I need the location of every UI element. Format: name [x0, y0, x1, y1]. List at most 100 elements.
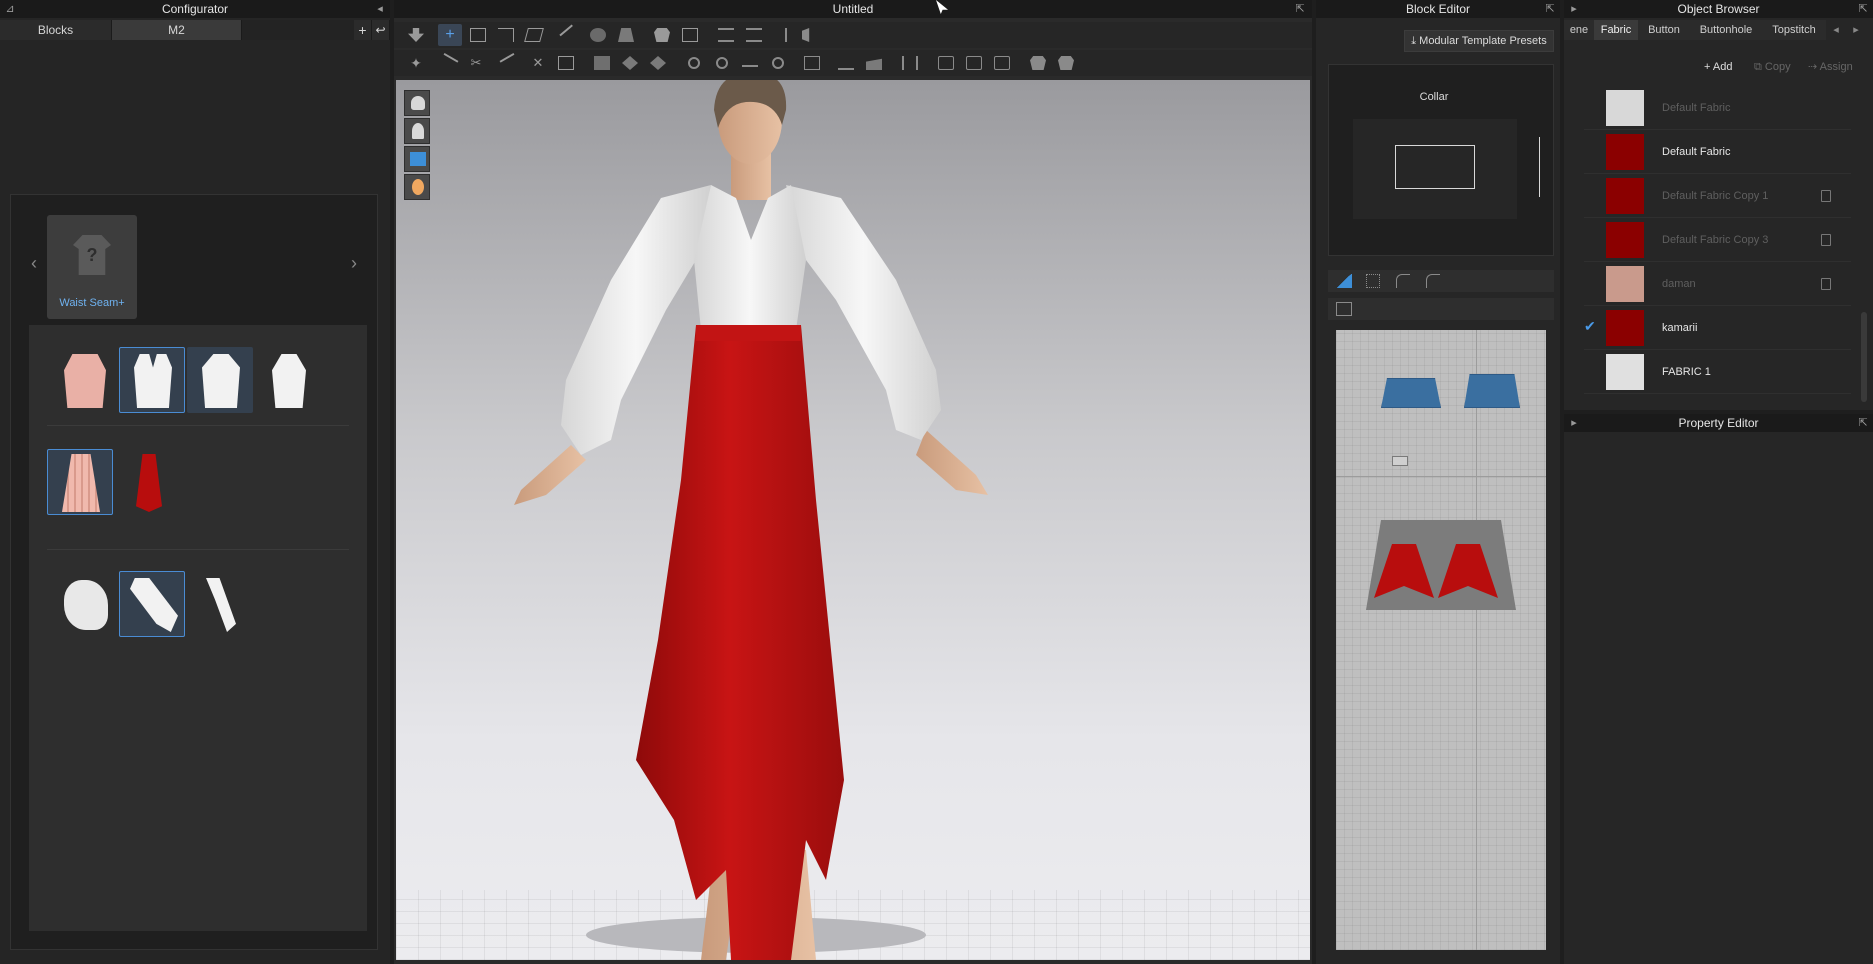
maximize-icon[interactable]: ⇱	[1294, 3, 1306, 15]
shrink-tool[interactable]	[614, 24, 638, 46]
list-item[interactable]: FABRIC 1	[1584, 350, 1851, 394]
sew-tool[interactable]	[554, 52, 578, 74]
block-skirt-red[interactable]	[115, 449, 181, 515]
scale-tool[interactable]	[494, 24, 518, 46]
collapse-left-icon[interactable]: ◂	[374, 3, 386, 15]
add-point-icon[interactable]	[1366, 274, 1380, 288]
symmetry-tool[interactable]	[770, 24, 794, 46]
assign-icon: ⇢	[1808, 61, 1820, 73]
pin-tool[interactable]	[558, 24, 582, 46]
block-skirt-pleated[interactable]	[47, 449, 113, 515]
fit-map-tool[interactable]	[834, 52, 858, 74]
block-sleeve-puff[interactable]	[51, 571, 117, 637]
pattern-small-piece[interactable]	[1392, 456, 1408, 466]
add-button[interactable]: + Add	[1704, 56, 1746, 78]
strain-map-tool[interactable]	[862, 52, 886, 74]
tab-blocks[interactable]: Blocks	[0, 20, 112, 40]
2d-pattern-window[interactable]	[1336, 330, 1546, 950]
collar-preview[interactable]	[1353, 119, 1517, 219]
avatar-pose-tool[interactable]: ✦	[404, 52, 428, 74]
scroll-left-icon[interactable]: ◂	[1826, 20, 1846, 40]
tab-buttonhole[interactable]: Buttonhole	[1690, 20, 1762, 40]
block-sleeve-straight[interactable]	[187, 571, 253, 637]
garment-fit-tool[interactable]	[1026, 52, 1050, 74]
list-item[interactable]: Default Fabric	[1584, 130, 1851, 174]
fold-tool[interactable]	[522, 24, 546, 46]
pattern-bodice-back[interactable]	[1464, 374, 1520, 408]
delete-icon[interactable]	[1821, 190, 1831, 202]
collar-next-shape[interactable]	[1539, 137, 1555, 197]
block-top-fitted[interactable]	[119, 347, 185, 413]
popout-icon[interactable]: ⇱	[1857, 3, 1869, 15]
back-icon[interactable]: ↩	[372, 20, 390, 40]
delete-icon[interactable]	[1821, 278, 1831, 290]
garment-reset-tool[interactable]	[1054, 52, 1078, 74]
layer-up-tool[interactable]	[714, 24, 738, 46]
tab-scene[interactable]: ene	[1564, 20, 1594, 40]
list-item[interactable]: ✔ kamarii	[1584, 306, 1851, 350]
list-item[interactable]: daman	[1584, 262, 1851, 306]
group-card[interactable]: ? Waist Seam+	[47, 215, 137, 319]
garment-front-tool[interactable]	[650, 24, 674, 46]
pattern-move-icon[interactable]	[1336, 302, 1352, 316]
viewport-panel: Untitled ⇱ + ✦ ✂ ✕	[394, 0, 1312, 964]
tab-topstitch[interactable]: Topstitch	[1762, 20, 1826, 40]
tack-tool[interactable]	[436, 52, 460, 74]
garment-back-tool[interactable]	[678, 24, 702, 46]
prev-group-arrow[interactable]: ‹	[31, 253, 37, 274]
block-top-sleeveless[interactable]	[255, 347, 321, 413]
pattern-tool[interactable]	[618, 52, 642, 74]
popout-icon[interactable]: ⇱	[1857, 417, 1869, 429]
collapse-right-icon[interactable]: ▸	[1568, 3, 1580, 15]
next-group-arrow[interactable]: ›	[351, 253, 357, 274]
delete-icon[interactable]	[1821, 234, 1831, 246]
arrangement-bar-tool[interactable]	[990, 52, 1014, 74]
select-tool[interactable]	[404, 24, 428, 46]
popout-icon[interactable]: ⇱	[1544, 3, 1556, 15]
3d-viewport[interactable]	[396, 80, 1310, 960]
zipper-tool[interactable]	[738, 52, 762, 74]
arrange-tool[interactable]	[898, 52, 922, 74]
transform-tool[interactable]: +	[438, 24, 462, 46]
trim-tool[interactable]	[800, 52, 824, 74]
block-sleeve-bishop[interactable]	[119, 571, 185, 637]
property-editor-title-bar: ▸ Property Editor ⇱	[1564, 414, 1873, 432]
tab-m2[interactable]: M2	[112, 20, 242, 40]
measure-tool[interactable]	[498, 52, 522, 74]
fabric-swatch	[1606, 222, 1644, 258]
select-point-icon[interactable]	[1336, 274, 1352, 288]
texture-tool[interactable]	[590, 52, 614, 74]
flatten-tool[interactable]	[586, 24, 610, 46]
list-item[interactable]: Default Fabric Copy 1	[1584, 174, 1851, 218]
buttonhole-tool[interactable]	[710, 52, 734, 74]
arrangement-plane-tool[interactable]	[962, 52, 986, 74]
object-browser-tab-row: ene Fabric Button Buttonhole Topstitch ◂…	[1564, 20, 1873, 40]
configurator-panel: ⊿ Configurator ◂ Blocks M2 + ↩ ‹ › ? Wai…	[0, 0, 450, 964]
add-tab-icon[interactable]: +	[354, 20, 372, 40]
seam-tool[interactable]: ✕	[526, 52, 550, 74]
select-box-tool[interactable]	[466, 24, 490, 46]
scroll-right-icon[interactable]: ▸	[1846, 20, 1866, 40]
list-item[interactable]: Default Fabric	[1584, 86, 1851, 130]
block-top-peplum[interactable]	[51, 347, 117, 413]
button-tool[interactable]	[682, 52, 706, 74]
graphic-tool[interactable]	[646, 52, 670, 74]
panel-menu-icon[interactable]: ⊿	[4, 3, 16, 15]
tab-fabric[interactable]: Fabric	[1594, 20, 1638, 40]
scrollbar[interactable]	[1861, 312, 1867, 402]
tab-button[interactable]: Button	[1638, 20, 1690, 40]
edit-curve-icon[interactable]	[1426, 274, 1440, 288]
list-item[interactable]: Default Fabric Copy 3	[1584, 218, 1851, 262]
arrangement-point-tool[interactable]	[934, 52, 958, 74]
pattern-bodice-front[interactable]	[1381, 378, 1441, 408]
cut-tool[interactable]: ✂	[464, 52, 488, 74]
block-bodice-front[interactable]	[187, 347, 253, 413]
collapse-right-icon[interactable]: ▸	[1568, 417, 1580, 429]
copy-button[interactable]: ⧉ Copy	[1754, 56, 1802, 78]
assign-button[interactable]: ⇢ Assign	[1808, 56, 1866, 78]
curve-point-icon[interactable]	[1396, 274, 1410, 288]
mirror-tool[interactable]	[798, 24, 822, 46]
puckering-tool[interactable]	[766, 52, 790, 74]
layer-down-tool[interactable]	[742, 24, 766, 46]
object-browser-panel: ▸ Object Browser ⇱ ene Fabric Button But…	[1564, 0, 1873, 410]
